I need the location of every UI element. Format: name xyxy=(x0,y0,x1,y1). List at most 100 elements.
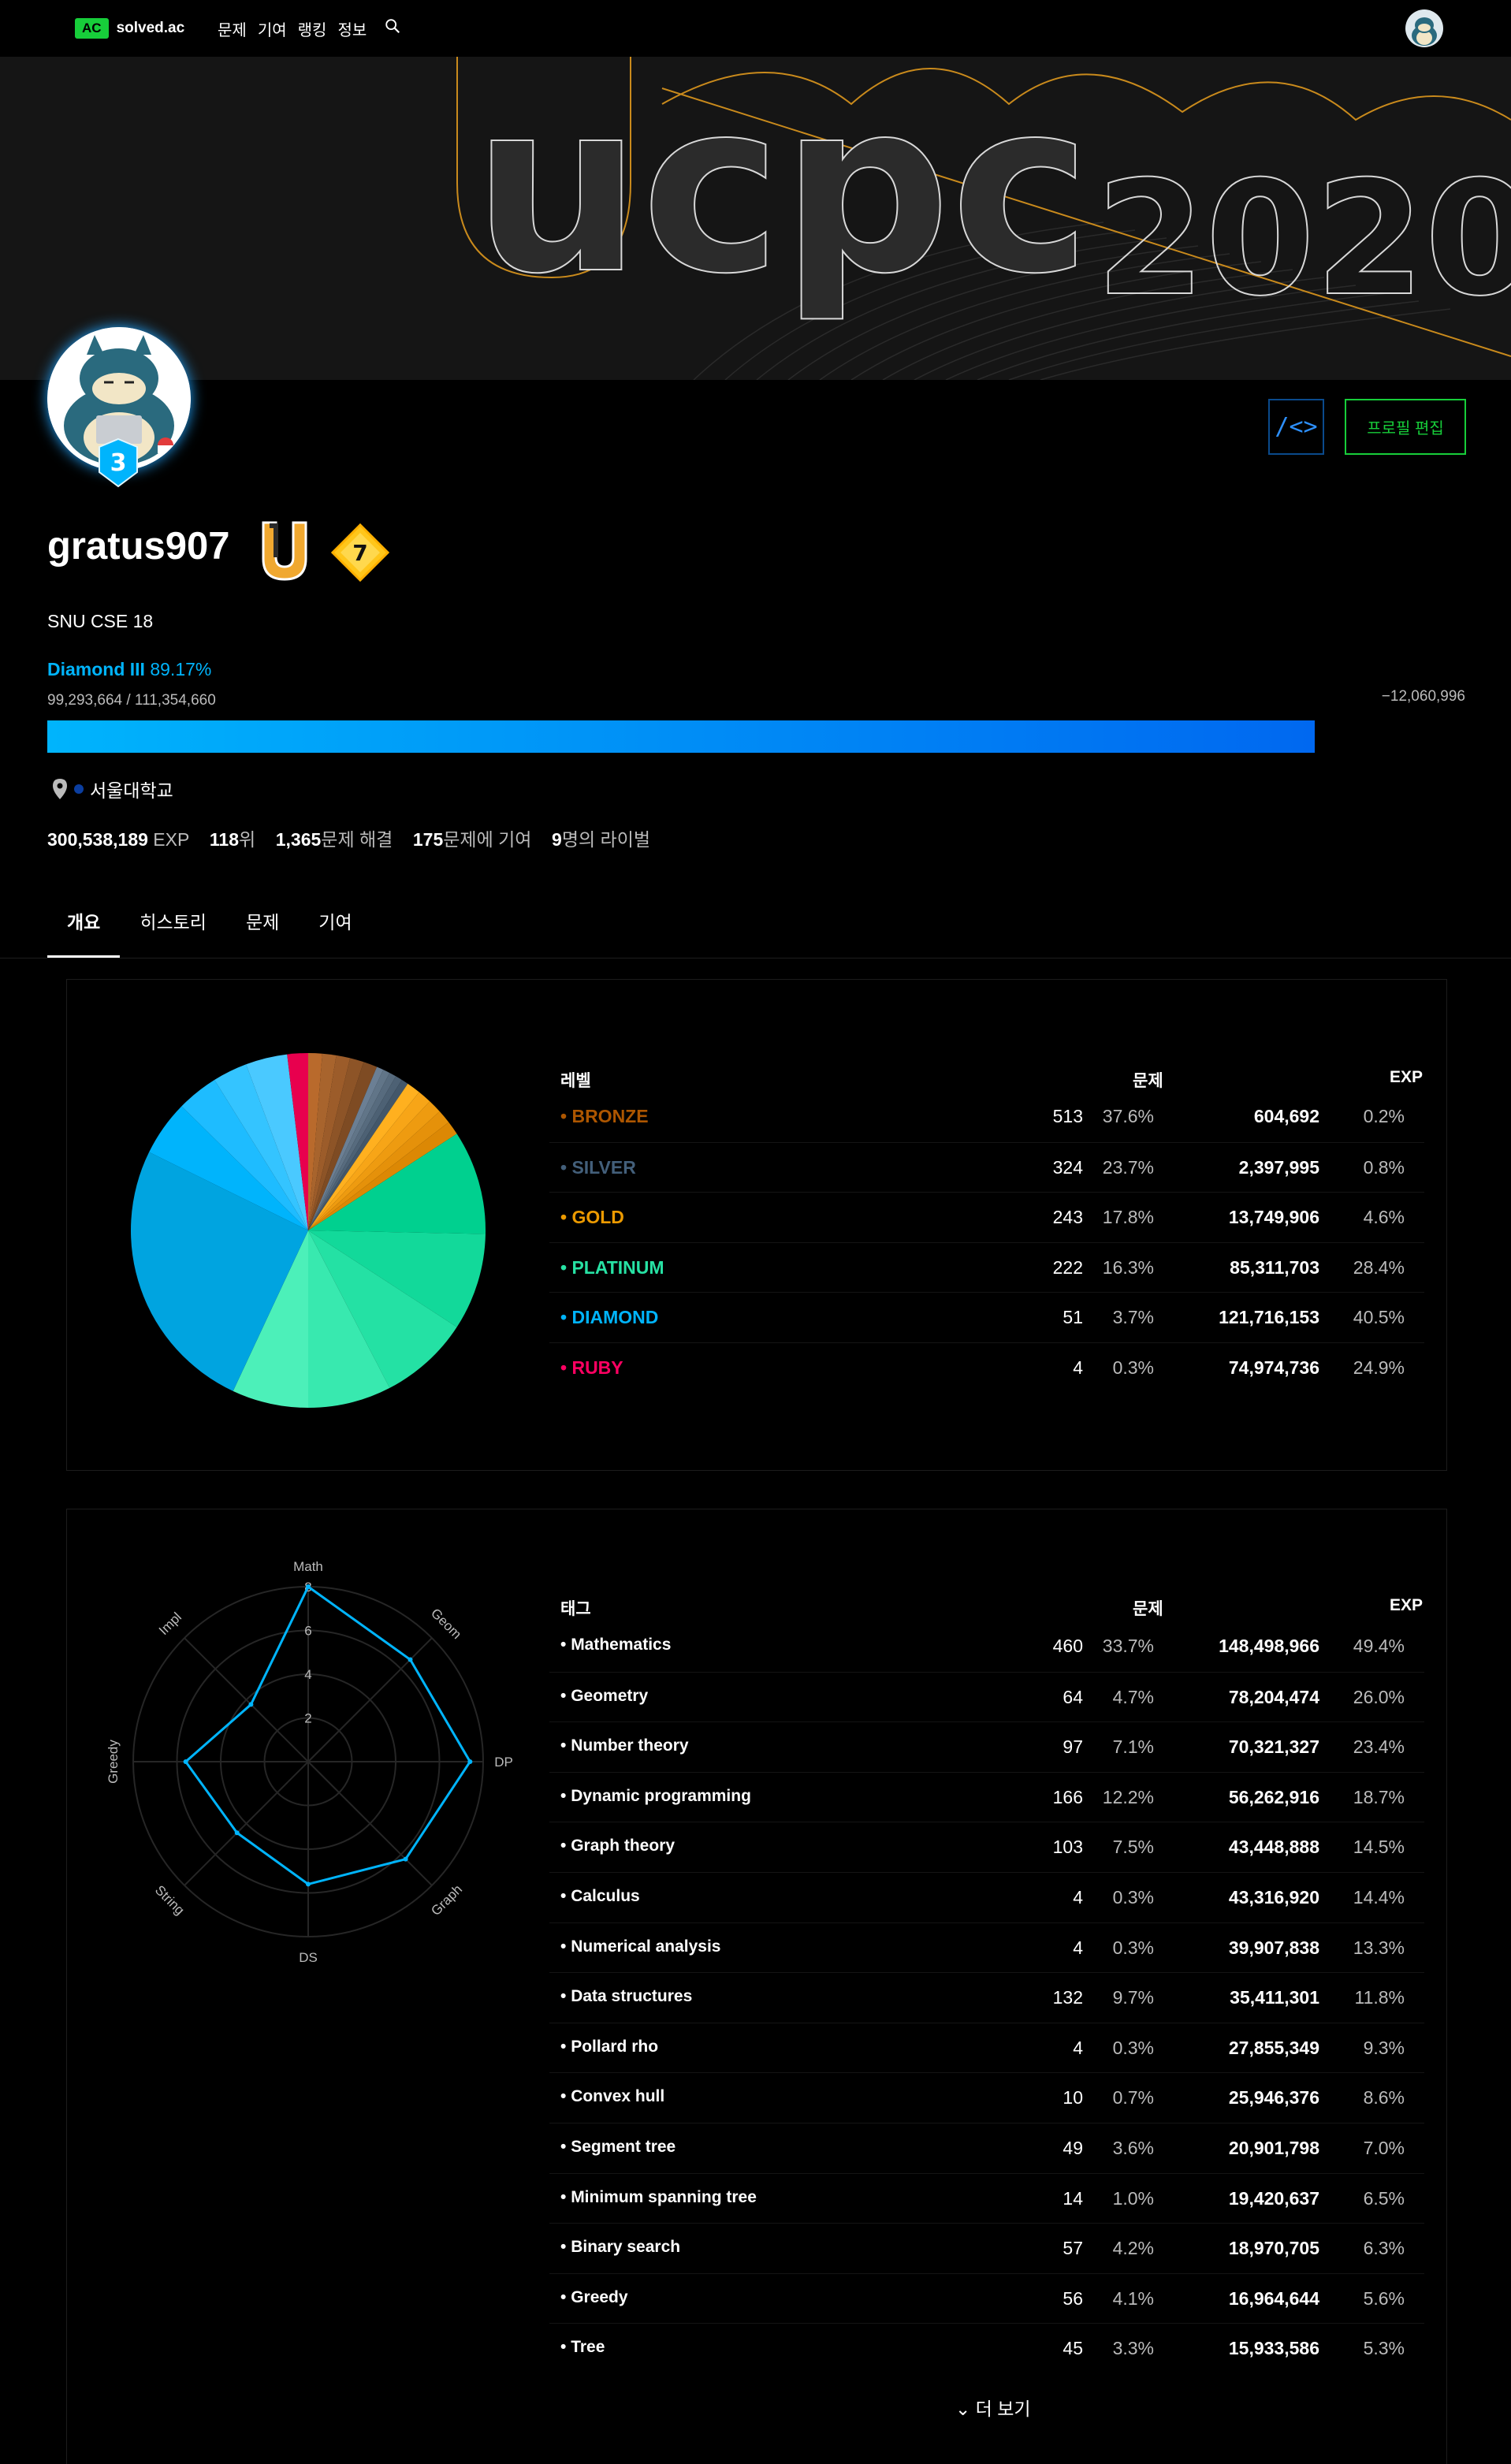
level-row[interactable]: • PLATINUM 222 16.3% 85,311,703 28.4% xyxy=(549,1241,1424,1292)
tab-history[interactable]: 히스토리 xyxy=(120,903,226,958)
tag-row[interactable]: • Pollard rho 4 0.3% 27,855,349 9.3% xyxy=(549,2022,1424,2072)
level-header-name: 레벨 xyxy=(560,1072,591,1090)
tag-row[interactable]: • Data structures 132 9.7% 35,411,301 11.8% xyxy=(549,1972,1424,2022)
stat-rank-unit: 위 xyxy=(239,829,256,850)
tag-name[interactable]: • Greedy xyxy=(560,2288,628,2307)
tag-row[interactable]: • Numerical analysis 4 0.3% 39,907,838 13.3% xyxy=(549,1922,1424,1972)
bullet-icon: • xyxy=(560,2187,571,2206)
tab-contributions[interactable]: 기여 xyxy=(299,903,371,958)
svg-text:ucpc: ucpc xyxy=(473,57,1091,326)
stat-exp: 300,538,189 xyxy=(47,829,148,850)
radar-point[interactable] xyxy=(306,1881,311,1887)
stat-contrib-unit: 문제에 기여 xyxy=(443,829,532,850)
profile-stats: 300,538,189 EXP 118위 1,365문제 해결 175문제에 기… xyxy=(47,824,650,851)
tag-row[interactable]: • Calculus 4 0.3% 43,316,920 14.4% xyxy=(549,1872,1424,1922)
stat-rank: 118 xyxy=(209,829,239,850)
tag-count: 45 xyxy=(1063,2338,1083,2359)
level-exp-percent: 24.9% xyxy=(1353,1357,1405,1378)
code-button[interactable]: /<> xyxy=(1268,399,1324,455)
radar-point[interactable] xyxy=(467,1759,473,1764)
show-more-button[interactable]: ⌄ 더 보기 xyxy=(955,2394,1031,2421)
tag-name[interactable]: • Segment tree xyxy=(560,2138,675,2157)
level-row[interactable]: • BRONZE 513 37.6% 604,692 0.2% xyxy=(549,1092,1424,1141)
tag-name[interactable]: • Number theory xyxy=(560,1736,689,1755)
tag-percent: 33.7% xyxy=(1102,1636,1154,1656)
nav-link-problems[interactable]: 문제 xyxy=(218,17,247,40)
tag-name[interactable]: • Calculus xyxy=(560,1887,640,1906)
tag-exp: 19,420,637 xyxy=(1228,2187,1319,2209)
tag-name[interactable]: • Numerical analysis xyxy=(560,1937,720,1956)
level-name[interactable]: • PLATINUM xyxy=(560,1257,664,1279)
user-avatar-small[interactable] xyxy=(1405,9,1443,47)
tag-row[interactable]: • Greedy 56 4.1% 16,964,644 5.6% xyxy=(549,2272,1424,2323)
tag-name[interactable]: • Tree xyxy=(560,2338,605,2357)
bullet-icon: • xyxy=(560,1357,572,1378)
edit-profile-button[interactable]: 프로필 편집 xyxy=(1345,399,1466,455)
tag-name[interactable]: • Mathematics xyxy=(560,1636,671,1654)
tag-row[interactable]: • Dynamic programming 166 12.2% 56,262,916 1… xyxy=(549,1771,1424,1822)
radar-point[interactable] xyxy=(306,1584,311,1589)
tag-row[interactable]: • Segment tree 49 3.6% 20,901,798 7.0% xyxy=(549,2123,1424,2172)
radar-axis-label: Geom xyxy=(428,1606,464,1642)
tag-name[interactable]: • Geometry xyxy=(560,1687,648,1706)
tag-row[interactable]: • Graph theory 103 7.5% 43,448,888 14.5% xyxy=(549,1822,1424,1871)
nav-link-contribute[interactable]: 기여 xyxy=(258,17,287,40)
class-badge-icon: 3 xyxy=(99,437,138,488)
tag-row[interactable]: • Mathematics 460 33.7% 148,498,966 49.4% xyxy=(549,1621,1424,1671)
level-percent: 37.6% xyxy=(1102,1106,1154,1126)
tag-header-count: 문제 xyxy=(1133,1600,1163,1618)
tab-problems[interactable]: 문제 xyxy=(226,903,299,958)
level-name[interactable]: • GOLD xyxy=(560,1207,624,1228)
tag-name[interactable]: • Minimum spanning tree xyxy=(560,2188,757,2207)
tag-row[interactable]: • Geometry 64 4.7% 78,204,474 26.0% xyxy=(549,1671,1424,1721)
tag-name[interactable]: • Dynamic programming xyxy=(560,1787,751,1806)
radar-point[interactable] xyxy=(234,1830,240,1836)
tag-label: Pollard rho xyxy=(571,2037,659,2056)
tag-label: Minimum spanning tree xyxy=(571,2187,757,2206)
radar-point[interactable] xyxy=(183,1759,188,1764)
tab-overview[interactable]: 개요 xyxy=(47,903,121,958)
level-name[interactable]: • BRONZE xyxy=(560,1106,649,1127)
ucpc-badge-icon[interactable] xyxy=(259,518,311,583)
level-row[interactable]: • SILVER 324 23.7% 2,397,995 0.8% xyxy=(549,1141,1424,1192)
tag-header-exp: EXP xyxy=(1390,1596,1424,1614)
level-name[interactable]: • RUBY xyxy=(560,1357,623,1379)
level-exp: 2,397,995 xyxy=(1238,1156,1319,1178)
svg-text:3: 3 xyxy=(110,449,127,477)
site-logo[interactable]: AC solved.ac xyxy=(75,18,184,39)
level-pie-chart xyxy=(131,1053,486,1408)
level-label: SILVER xyxy=(571,1156,636,1178)
tag-row[interactable]: • Convex hull 10 0.7% 25,946,376 8.6% xyxy=(549,2072,1424,2122)
level-count: 324 xyxy=(1052,1156,1083,1178)
nav-link-ranking[interactable]: 랭킹 xyxy=(298,17,327,40)
level-row[interactable]: • RUBY 4 0.3% 74,974,736 24.9% xyxy=(549,1342,1424,1392)
level-name[interactable]: • SILVER xyxy=(560,1157,636,1178)
level-name[interactable]: • DIAMOND xyxy=(560,1307,658,1328)
tag-name[interactable]: • Graph theory xyxy=(560,1837,675,1855)
tag-label: Greedy xyxy=(571,2287,628,2306)
tag-name[interactable]: • Binary search xyxy=(560,2238,680,2257)
tag-row[interactable]: • Minimum spanning tree 14 1.0% 19,420,637 6… xyxy=(549,2172,1424,2223)
level-row[interactable]: • DIAMOND 51 3.7% 121,716,153 40.5% xyxy=(549,1292,1424,1342)
logo-badge: AC xyxy=(75,18,109,39)
search-icon[interactable] xyxy=(384,17,401,35)
radar-point[interactable] xyxy=(403,1856,408,1862)
school-line[interactable]: 서울대학교 xyxy=(52,776,173,802)
tag-label: Dynamic programming xyxy=(571,1786,751,1805)
tag-row[interactable]: • Binary search 57 4.2% 18,970,705 6.3% xyxy=(549,2223,1424,2272)
tag-exp: 16,964,644 xyxy=(1228,2287,1319,2309)
tag-name[interactable]: • Convex hull xyxy=(560,2087,664,2106)
tag-name[interactable]: • Data structures xyxy=(560,1987,692,2006)
radar-point[interactable] xyxy=(408,1657,413,1662)
tag-row[interactable]: • Tree 45 3.3% 15,933,586 5.3% xyxy=(549,2323,1424,2373)
class-tier-badge-icon[interactable]: 7 xyxy=(329,522,391,583)
tag-row[interactable]: • Number theory 97 7.1% 70,321,327 23.4% xyxy=(549,1721,1424,1771)
nav-link-info[interactable]: 정보 xyxy=(337,17,367,40)
radar-point[interactable] xyxy=(248,1702,254,1707)
level-label: GOLD xyxy=(571,1207,624,1228)
tag-count: 132 xyxy=(1052,1987,1083,2008)
bullet-icon: • xyxy=(560,1987,571,2006)
level-row[interactable]: • GOLD 243 17.8% 13,749,906 4.6% xyxy=(549,1192,1424,1241)
tag-name[interactable]: • Pollard rho xyxy=(560,2038,658,2056)
radar-axis-label: DP xyxy=(494,1755,513,1770)
